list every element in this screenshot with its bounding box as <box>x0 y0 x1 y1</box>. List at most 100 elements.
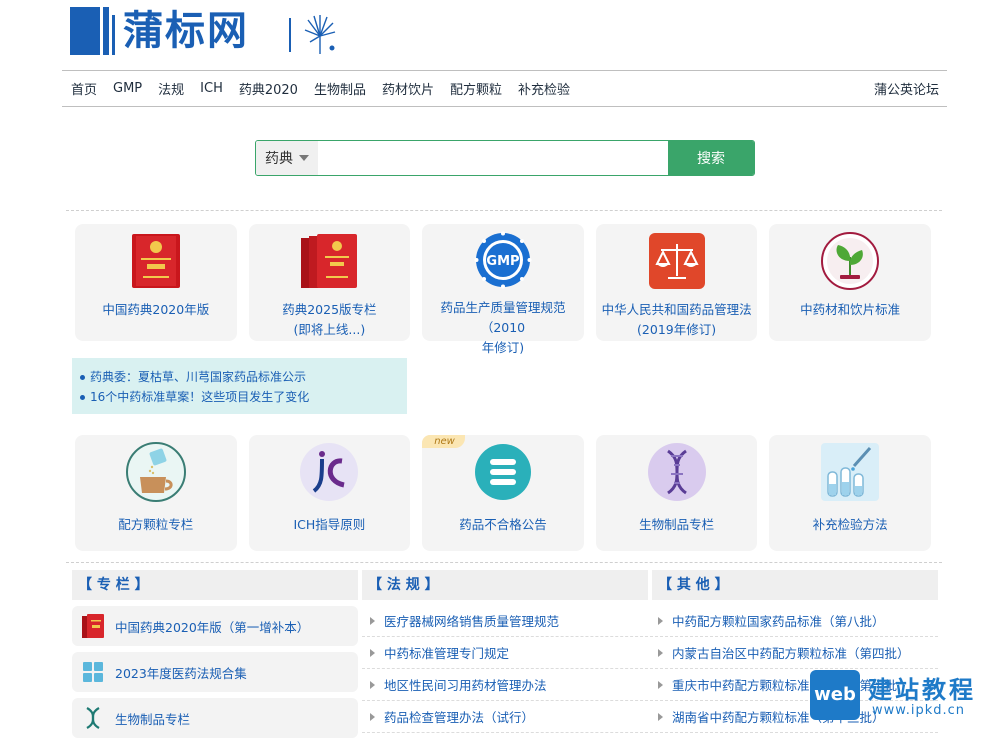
search-input[interactable] <box>318 141 668 175</box>
law-list-item[interactable]: 医疗器械网络销售质量管理规范 <box>362 605 648 637</box>
dna-icon <box>81 706 105 730</box>
card-herbal-standards[interactable]: 中药材和饮片标准 <box>769 224 931 341</box>
granule-cup-icon <box>125 441 187 503</box>
triangle-right-icon <box>658 648 663 657</box>
herb-leaf-icon <box>819 230 881 292</box>
triangle-right-icon <box>658 680 663 689</box>
triangle-right-icon <box>370 616 375 625</box>
special-item[interactable]: 2023年度医药法规合集 <box>72 652 358 692</box>
card-label: 药品不合格公告 <box>459 517 547 532</box>
notice-text: 药典委：夏枯草、川芎国家药品标准公示 <box>90 370 307 384</box>
special-item-label: 生物制品专栏 <box>115 711 191 727</box>
card-label: 药典2025版专栏 <box>282 302 377 317</box>
feature-cards-row-1: 中国药典2020年版 药典2025版专栏 (即将上线...) GMP 药品生产质… <box>75 224 931 355</box>
ich-logo-icon <box>298 441 360 503</box>
law-item-label: 地区性民间习用药材管理办法 <box>384 678 547 693</box>
card-gmp[interactable]: GMP 药品生产质量管理规范（2010 年修订) <box>422 224 584 355</box>
card-drug-administration-law[interactable]: 中华人民共和国药品管理法 (2019年修订) <box>595 224 758 341</box>
dna-icon <box>646 441 708 503</box>
laws-column-title: 【 法 规 】 <box>362 570 648 600</box>
card-biologics[interactable]: 生物制品专栏 <box>595 435 758 551</box>
logo-text: 蒲标网 <box>123 8 249 54</box>
pharmacopoeia-2020-book-icon <box>125 230 187 292</box>
triangle-right-icon <box>658 616 663 625</box>
notice-item[interactable]: 药典委：夏枯草、川芎国家药品标准公示 <box>80 367 407 387</box>
law-item-label: 医疗器械网络销售质量管理规范 <box>384 614 560 629</box>
card-sublabel: (2019年修订) <box>637 322 717 337</box>
card-sublabel: (即将上线...) <box>293 322 366 337</box>
search-category-label: 药典 <box>265 151 293 167</box>
divider <box>66 210 942 211</box>
card-label: 中药材和饮片标准 <box>800 302 901 317</box>
notice-text: 16个中药标准草案！这些项目发生了变化 <box>90 390 310 404</box>
svg-text:GMP: GMP <box>486 254 519 269</box>
card-label: ICH指导原则 <box>293 517 366 532</box>
logo-divider <box>289 18 291 52</box>
card-formula-granules[interactable]: 配方颗粒专栏 <box>75 435 237 551</box>
special-column-title: 【 专 栏 】 <box>72 570 358 600</box>
card-ich-guidelines[interactable]: ICH指导原则 <box>248 435 411 551</box>
triangle-right-icon <box>658 712 663 721</box>
watermark-title: 建站教程 <box>868 676 976 704</box>
nav-item-ich[interactable]: ICH <box>200 81 223 96</box>
new-badge: new <box>422 435 465 448</box>
gmp-badge-icon: GMP <box>472 230 534 290</box>
nav-item-pharmacopoeia-2020[interactable]: 药典2020 <box>239 79 298 98</box>
feature-cards-row-2: 配方颗粒专栏 ICH指导原则 new 药品不合格公告 生物制品专栏 补充检验方法 <box>75 435 931 551</box>
law-item-label: 药品检查管理办法（试行） <box>384 710 535 725</box>
other-list-item[interactable]: 中药配方颗粒国家药品标准（第八批） <box>650 605 938 637</box>
card-pharmacopoeia-2025[interactable]: 药典2025版专栏 (即将上线...) <box>248 224 411 341</box>
triangle-right-icon <box>370 680 375 689</box>
notice-box: 药典委：夏枯草、川芎国家药品标准公示 16个中药标准草案！这些项目发生了变化 <box>72 358 407 414</box>
site-logo[interactable]: 蒲标网 <box>70 6 249 56</box>
pharmacopoeia-book-icon <box>81 614 105 638</box>
special-item-label: 中国药典2020年版（第一增补本） <box>115 619 310 635</box>
search-category-select[interactable]: 药典 <box>256 141 318 175</box>
divider <box>66 562 942 563</box>
caret-down-icon <box>299 155 309 161</box>
card-substandard-drug-notices[interactable]: new 药品不合格公告 <box>422 435 584 551</box>
nav-item-forum[interactable]: 蒲公英论坛 <box>874 79 939 98</box>
watermark-logo: web <box>810 670 860 720</box>
law-list-item[interactable]: 中药标准管理专门规定 <box>362 637 648 669</box>
search-bar: 药典 搜索 <box>255 140 755 176</box>
special-item[interactable]: 中国药典2020年版（第一增补本） <box>72 606 358 646</box>
nav-item-laws[interactable]: 法规 <box>158 79 184 98</box>
nav-item-herbal-pieces[interactable]: 药材饮片 <box>382 79 434 98</box>
search-button[interactable]: 搜索 <box>668 141 754 175</box>
law-list-item[interactable]: 药品检查管理办法（试行） <box>362 701 648 733</box>
card-label: 配方颗粒专栏 <box>118 517 194 532</box>
scales-icon <box>646 230 708 292</box>
card-supplementary-test-methods[interactable]: 补充检验方法 <box>769 435 931 551</box>
nav-item-biologics[interactable]: 生物制品 <box>314 79 366 98</box>
other-item-label: 内蒙古自治区中药配方颗粒标准（第四批） <box>672 646 910 661</box>
nav-item-gmp[interactable]: GMP <box>113 81 142 96</box>
card-label: 药品生产质量管理规范（2010 <box>440 300 566 335</box>
triangle-right-icon <box>370 712 375 721</box>
law-item-label: 中药标准管理专门规定 <box>384 646 510 661</box>
card-sublabel: 年修订) <box>481 340 525 355</box>
special-item[interactable]: 生物制品专栏 <box>72 698 358 738</box>
card-pharmacopoeia-2020[interactable]: 中国药典2020年版 <box>75 224 237 341</box>
other-list-item[interactable]: 内蒙古自治区中药配方颗粒标准（第四批） <box>650 637 938 669</box>
card-label: 中华人民共和国药品管理法 <box>601 302 752 317</box>
bullet-icon <box>80 375 85 380</box>
watermark: web 建站教程 www.ipkd.cn <box>810 668 990 724</box>
notice-item[interactable]: 16个中药标准草案！这些项目发生了变化 <box>80 387 407 407</box>
other-item-label: 中药配方颗粒国家药品标准（第八批） <box>672 614 885 629</box>
triangle-right-icon <box>370 648 375 657</box>
nav-item-supplementary-tests[interactable]: 补充检验 <box>518 79 570 98</box>
page: 蒲标网 首页 GMP 法规 ICH 药典2020 生物制品 药材饮片 配方颗粒 … <box>0 0 1000 740</box>
law-list-item[interactable]: 地区性民间习用药材管理办法 <box>362 669 648 701</box>
test-tubes-icon <box>819 441 881 503</box>
nav-item-formula-granules[interactable]: 配方颗粒 <box>450 79 502 98</box>
watermark-url: www.ipkd.cn <box>872 703 965 718</box>
nav-item-home[interactable]: 首页 <box>71 79 97 98</box>
stack-icon <box>472 441 534 503</box>
card-label: 中国药典2020年版 <box>102 302 210 317</box>
grid-icon <box>81 660 105 684</box>
pharmacopoeia-2025-books-icon <box>298 230 360 292</box>
main-nav: 首页 GMP 法规 ICH 药典2020 生物制品 药材饮片 配方颗粒 补充检验… <box>62 70 947 107</box>
logo-bars-icon <box>70 7 115 55</box>
other-column-title: 【 其 他 】 <box>652 570 938 600</box>
